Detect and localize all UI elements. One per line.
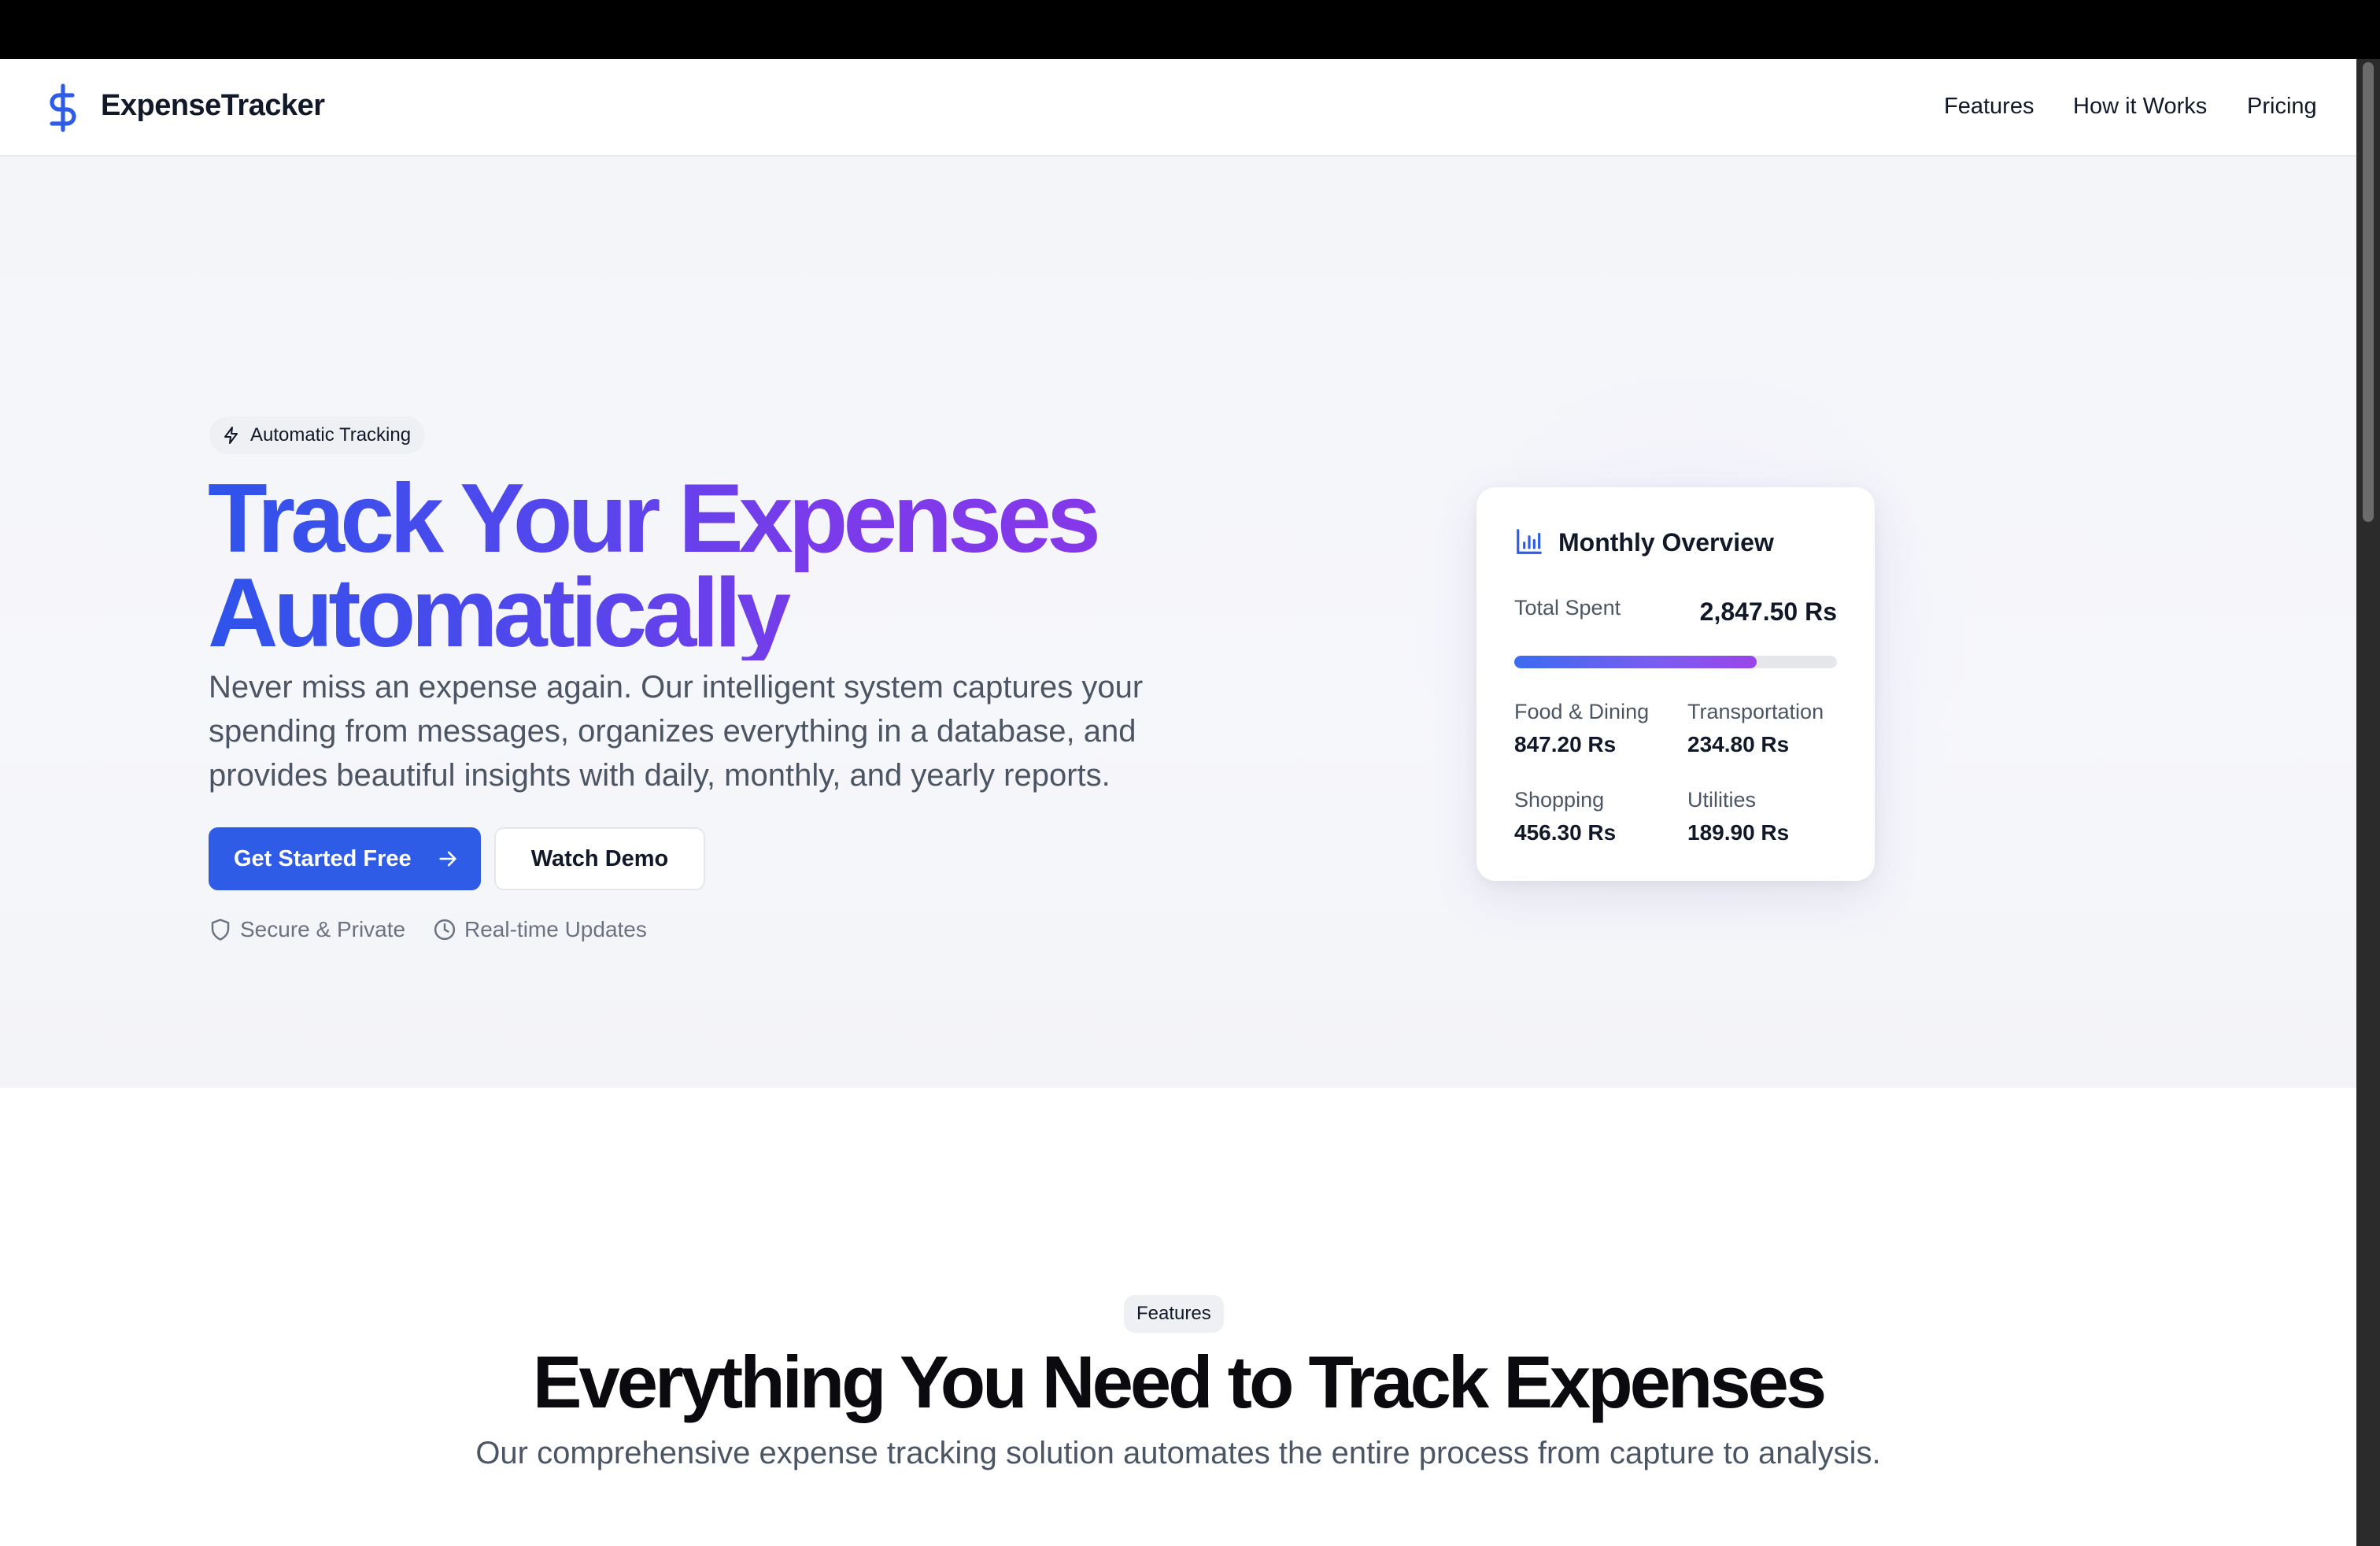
features-title: Everything You Need to Track Expenses — [532, 1341, 1827, 1423]
trust-secure: Secure & Private — [209, 917, 405, 942]
hero-description: Never miss an expense again. Our intelli… — [209, 670, 1144, 793]
category-value: 189.90 Rs — [1687, 820, 1790, 845]
spending-progress-fill — [1514, 656, 1757, 668]
badge-label: Automatic Tracking — [250, 424, 412, 446]
arrow-right-icon — [439, 851, 456, 867]
bar-chart-icon — [1517, 529, 1542, 554]
nav-link-pricing[interactable]: Pricing — [2247, 94, 2317, 120]
trust-realtime: Real-time Updates — [433, 917, 647, 942]
category-utilities: Utilities 189.90 Rs — [1687, 788, 1789, 845]
features-subtitle: Our comprehensive expense tracking solut… — [475, 1436, 1881, 1470]
trust-secure-label: Secure & Private — [240, 917, 406, 941]
clock-icon — [434, 919, 456, 941]
category-value: 234.80 Rs — [1687, 732, 1790, 756]
category-label: Utilities — [1687, 788, 1757, 812]
watch-demo-button[interactable]: Watch Demo — [494, 827, 705, 890]
monthly-overview-card: Monthly Overview Total Spent 2,847.50 Rs… — [1476, 487, 1875, 881]
category-transportation: Transportation 234.80 Rs — [1687, 700, 1824, 757]
hero-section: Automatic Tracking Track Your Expenses A… — [0, 157, 2356, 1088]
category-value: 847.20 Rs — [1514, 732, 1617, 756]
get-started-label: Get Started Free — [234, 845, 412, 871]
category-food: Food & Dining 847.20 Rs — [1514, 700, 1649, 757]
hero-title: Track Your Expenses Automatically — [208, 472, 1231, 660]
category-value: 456.30 Rs — [1514, 820, 1617, 845]
lightning-icon — [224, 427, 238, 444]
shield-icon — [211, 919, 230, 941]
page-viewport: ExpenseTracker Features How it Works Pri… — [0, 59, 2356, 1546]
trust-realtime-label: Real-time Updates — [464, 917, 647, 941]
nav-link-how-it-works[interactable]: How it Works — [2073, 94, 2207, 120]
total-spent-label: Total Spent — [1514, 596, 1621, 620]
logo-text[interactable]: ExpenseTracker — [101, 89, 325, 123]
category-shopping: Shopping 456.30 Rs — [1514, 788, 1616, 845]
nav-link-features[interactable]: Features — [1944, 94, 2034, 120]
features-badge: Features — [1124, 1295, 1224, 1333]
category-label: Food & Dining — [1514, 700, 1650, 723]
scrollbar[interactable] — [2356, 59, 2380, 1546]
navbar: ExpenseTracker Features How it Works Pri… — [0, 59, 2356, 157]
category-label: Shopping — [1514, 788, 1605, 812]
scrollbar-thumb[interactable] — [2363, 62, 2374, 522]
browser-top-bar — [0, 0, 2380, 59]
card-title: Monthly Overview — [1558, 528, 1774, 557]
spending-progress-bar — [1514, 656, 1837, 668]
watch-demo-label: Watch Demo — [530, 845, 669, 871]
automatic-tracking-badge: Automatic Tracking — [209, 416, 426, 454]
total-spent-value: 2,847.50 Rs — [1699, 597, 1837, 626]
dollar-icon — [50, 83, 76, 132]
get-started-button[interactable]: Get Started Free — [209, 827, 481, 890]
category-label: Transportation — [1687, 700, 1824, 723]
hero-title-line-1: Track Your Expenses — [208, 464, 1096, 573]
hero-title-line-2: Automatically — [208, 559, 787, 668]
